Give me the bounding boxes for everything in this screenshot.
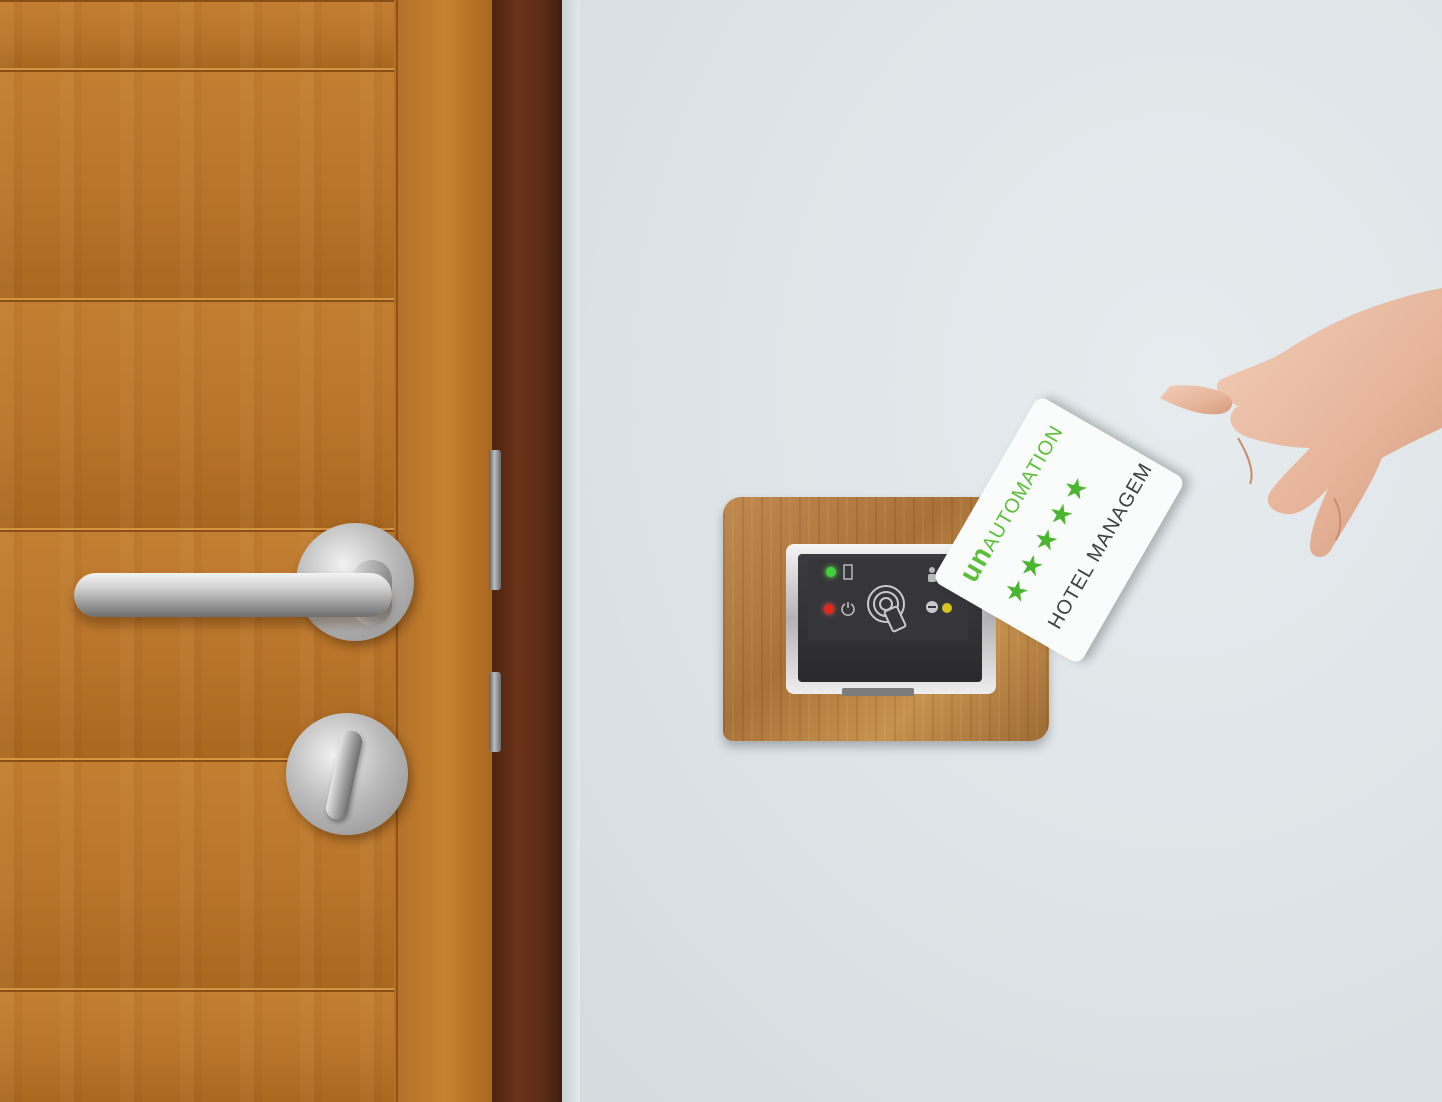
door-plank	[0, 300, 394, 530]
wall-corner	[562, 0, 580, 1102]
door-stile	[396, 0, 494, 1102]
photo-scene: unAUTOMATION ★ ★ ★ ★ ★ HOTEL MANAGEM	[0, 0, 1442, 1102]
door-lever-handle[interactable]	[74, 573, 392, 617]
wooden-door	[0, 0, 494, 1102]
reader-brand-strip	[842, 688, 914, 696]
door-plank	[0, 990, 394, 1102]
door-frame	[492, 0, 562, 1102]
do-not-disturb-icon	[926, 601, 938, 613]
status-led-red	[824, 604, 834, 614]
status-led-green	[826, 567, 836, 577]
door-hinge	[489, 672, 501, 752]
door-hinge	[489, 450, 501, 590]
door-plank	[0, 0, 394, 70]
contactless-card-icon	[867, 585, 907, 633]
power-icon	[841, 602, 855, 616]
status-led-yellow	[942, 603, 952, 613]
door-plank	[0, 70, 394, 300]
hand	[1160, 288, 1442, 557]
door-icon	[843, 564, 853, 580]
